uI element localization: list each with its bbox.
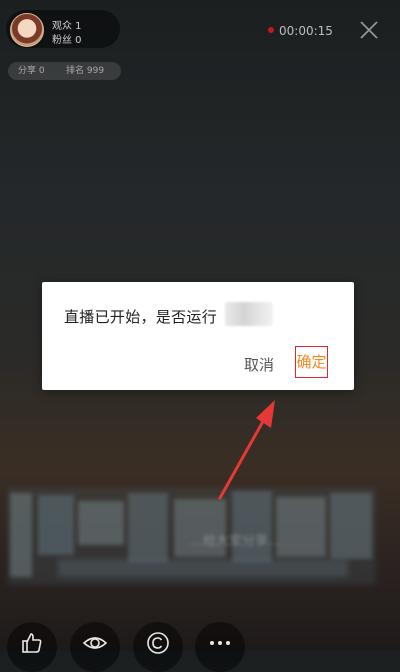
annotation-arrow-icon <box>218 400 275 500</box>
view-button[interactable] <box>70 622 120 672</box>
more-icon <box>210 641 230 645</box>
eye-icon <box>83 637 107 649</box>
thumbs-up-icon <box>22 633 42 653</box>
copyright-button[interactable] <box>133 622 183 672</box>
more-button[interactable] <box>195 622 245 672</box>
copyright-icon <box>147 632 169 654</box>
like-button[interactable] <box>7 622 57 672</box>
